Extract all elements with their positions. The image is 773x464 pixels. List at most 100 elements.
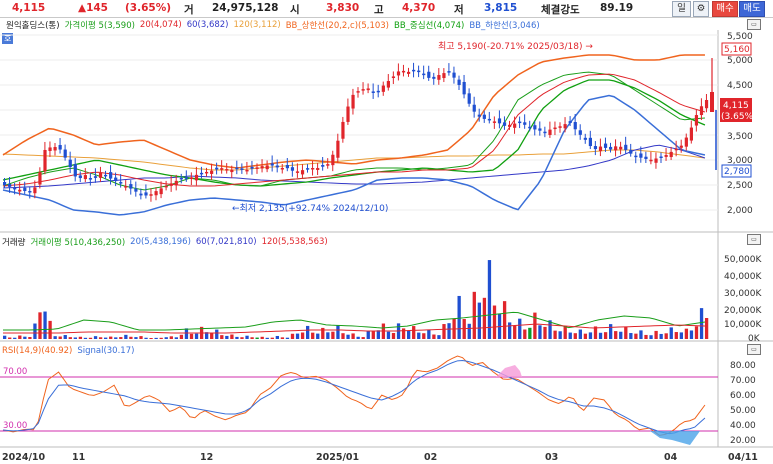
candle-body	[124, 186, 128, 188]
candle-body	[109, 172, 113, 179]
volume-pane-toggle-icon[interactable]: ▭	[747, 234, 761, 245]
volume-bar	[114, 337, 118, 339]
volume-bar	[386, 331, 391, 339]
rsi-overbought-fill	[496, 365, 522, 377]
volume-bar	[699, 308, 704, 339]
upper-band-tag-text: 5,160	[724, 45, 750, 55]
x-tick: 03	[545, 452, 558, 463]
x-tick: 2024/10	[2, 452, 46, 463]
volume-y-axis: 50,000K 40,000K 30,000K 20,000K 10,000K …	[724, 255, 762, 344]
volume-bar	[659, 333, 663, 339]
candle-body	[225, 169, 229, 171]
volume-bar	[331, 331, 335, 339]
candle-body	[593, 146, 598, 150]
candle-body	[679, 145, 683, 148]
current-price-tag-text: 4,115	[723, 101, 749, 111]
volume-bar	[326, 332, 330, 339]
volume-bar	[109, 336, 113, 339]
candle-body	[649, 159, 653, 162]
candle-body	[215, 167, 219, 170]
candle-body	[220, 168, 224, 170]
volume-bar	[250, 337, 254, 339]
volume-bar	[694, 326, 699, 339]
volume-bar	[704, 318, 709, 339]
candle-body	[487, 118, 491, 121]
candle-body	[270, 163, 274, 166]
volume-bar	[573, 333, 577, 339]
candle-body	[38, 172, 42, 185]
candle-body	[664, 155, 668, 157]
volume-bar	[634, 333, 638, 339]
volume-bar	[275, 335, 279, 339]
volume-bar	[28, 336, 32, 339]
candle-body	[634, 155, 638, 158]
candle-body	[603, 143, 608, 148]
volume-bar	[270, 337, 274, 339]
volume-bar	[88, 337, 93, 339]
candle-body	[457, 79, 461, 85]
candle-body	[654, 158, 658, 163]
candle-body	[331, 154, 335, 166]
volume-bar	[48, 320, 52, 339]
volume-bar	[523, 329, 527, 339]
volume-bar	[134, 337, 138, 339]
vol-ma120-legend: 120(5,538,563)	[261, 237, 328, 247]
candle-body	[255, 167, 259, 169]
candle-body	[462, 81, 466, 95]
candle-body	[558, 126, 562, 128]
volume-bar	[502, 301, 507, 339]
rsi-tick: 80.00	[730, 361, 756, 371]
volume-bar	[447, 323, 451, 339]
volume-bar	[664, 333, 668, 339]
volume-bar	[240, 337, 244, 339]
candle-body	[341, 121, 345, 139]
candle-body	[240, 168, 244, 170]
volume-bar	[472, 291, 476, 339]
volume-bar	[164, 337, 168, 339]
price-tick: 4,500	[727, 81, 753, 91]
candle-body	[134, 188, 138, 192]
volume-bar	[53, 336, 57, 339]
volume-bar	[290, 333, 295, 339]
volume-bar	[144, 337, 148, 339]
volume-bar	[124, 334, 128, 339]
ma5-line	[2, 71, 705, 191]
candle-body	[513, 123, 517, 128]
volume-title: 거래량	[2, 238, 26, 248]
candle-body	[73, 164, 77, 177]
candle-body	[704, 100, 709, 109]
volume-bar	[674, 332, 678, 339]
candle-body	[422, 73, 426, 76]
x-tick: 04	[664, 452, 678, 463]
rsi-legend: RSI(14,9)(40.92) Signal(30.17)	[0, 345, 139, 357]
volume-bar	[306, 325, 310, 339]
candle-body	[609, 146, 613, 150]
candle-body	[149, 194, 153, 196]
volume-bars	[3, 260, 709, 339]
candle-body	[412, 69, 416, 72]
candle-body	[295, 171, 300, 173]
volume-bar	[220, 335, 224, 339]
candle-body	[639, 153, 643, 158]
candle-body	[391, 76, 396, 79]
volume-bar	[492, 305, 497, 339]
candle-body	[669, 151, 673, 158]
candle-body	[326, 164, 330, 166]
volume-bar	[63, 335, 67, 339]
candle-body	[316, 168, 320, 170]
price-tick: 5,500	[727, 32, 753, 42]
candle-body	[189, 177, 194, 179]
volume-tick: 10,000K	[724, 320, 762, 330]
candle-body	[83, 175, 87, 180]
rsi-tick: 70.00	[730, 376, 756, 386]
volume-bar	[508, 322, 512, 339]
candle-body	[169, 183, 173, 186]
rsi-pane-toggle-icon[interactable]: ▭	[747, 344, 761, 355]
volume-bar	[558, 331, 562, 339]
rsi-legend-label: RSI(14,9)(40.92)	[2, 346, 73, 356]
high-annotation: 최고 5,190(-20.71% 2025/03/18) →	[438, 41, 593, 52]
candle-body	[407, 71, 411, 74]
candle-body	[366, 88, 370, 91]
candle-body	[210, 170, 214, 174]
volume-bar	[619, 331, 623, 339]
